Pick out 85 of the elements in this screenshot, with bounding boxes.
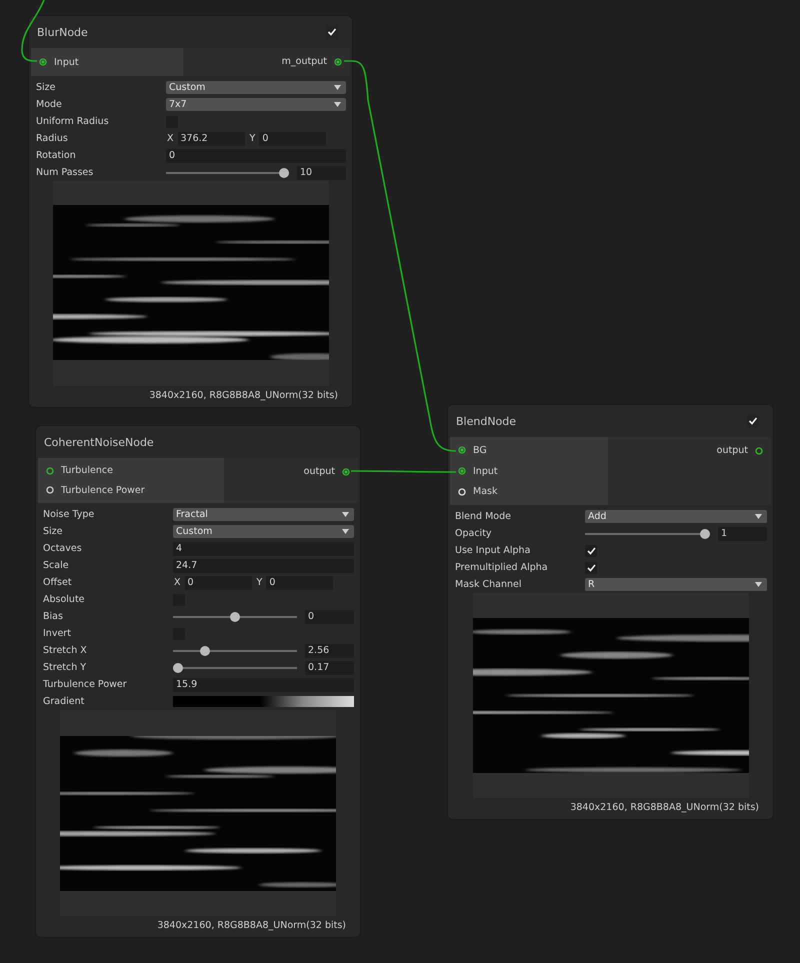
slider-thumb[interactable]	[230, 612, 240, 622]
node-title: CoherentNoiseNode	[44, 436, 154, 448]
caret-icon	[342, 512, 349, 517]
dropdown[interactable]: Add	[585, 510, 767, 523]
number-field[interactable]: 0	[166, 148, 346, 162]
field-label: Mask Channel	[455, 579, 522, 590]
port-label: BG	[473, 444, 487, 456]
number-field[interactable]: 0	[259, 132, 326, 146]
field-label: Blend Mode	[455, 511, 512, 522]
caret-icon	[755, 514, 762, 519]
gradient-field[interactable]	[173, 696, 354, 707]
checkbox[interactable]	[585, 562, 597, 574]
field-label: Uniform Radius	[36, 116, 110, 127]
slider-thumb[interactable]	[200, 646, 210, 656]
field-label: Absolute	[43, 594, 86, 605]
port-icon[interactable]	[458, 467, 466, 475]
number-field[interactable]: 15.9	[173, 678, 354, 692]
field-label: Size	[43, 526, 64, 537]
caret-icon	[755, 582, 762, 587]
port-icon[interactable]	[39, 58, 47, 66]
field-label: Use Input Alpha	[455, 545, 532, 556]
port-icon[interactable]	[458, 446, 466, 454]
port-icon[interactable]	[755, 446, 763, 454]
dropdown[interactable]: Custom	[173, 525, 354, 538]
slider-thumb[interactable]	[172, 662, 183, 672]
field-label: Octaves	[43, 543, 83, 554]
number-field[interactable]: 0.17	[305, 660, 354, 674]
field-label: Premultiplied Alpha	[455, 562, 549, 573]
axis-label: Y	[250, 133, 256, 144]
port-icon[interactable]	[334, 58, 342, 66]
field-label: Stretch X	[43, 645, 88, 656]
caret-icon	[342, 529, 349, 534]
port-icon[interactable]	[46, 486, 54, 494]
checkbox[interactable]	[326, 26, 338, 38]
port-label: Input	[54, 56, 79, 68]
field-label: Opacity	[455, 528, 493, 539]
field-label: Invert	[43, 628, 72, 639]
node-title: BlendNode	[456, 414, 516, 428]
port-label: Turbulence	[61, 465, 113, 476]
field-label: Mode	[36, 99, 63, 110]
checkbox[interactable]	[747, 415, 759, 427]
field-label: Num Passes	[36, 167, 94, 178]
number-field[interactable]: 10	[297, 166, 346, 180]
texture-info: 3840x2160, R8G8B8A8_UNorm(32 bits)	[156, 919, 347, 933]
port-label: output	[716, 445, 748, 456]
field-label: Turbulence Power	[43, 679, 128, 690]
field-label: Bias	[43, 611, 64, 622]
axis-label: X	[167, 133, 174, 144]
field-label: Stretch Y	[43, 662, 88, 673]
dropdown[interactable]: Custom	[166, 81, 346, 94]
field-label: Gradient	[43, 696, 86, 707]
number-field[interactable]: 0	[305, 610, 354, 624]
dropdown[interactable]: 7x7	[166, 98, 346, 111]
dropdown[interactable]: R	[585, 578, 767, 591]
texture-info: 3840x2160, R8G8B8A8_UNorm(32 bits)	[569, 801, 760, 815]
number-field[interactable]: 24.7	[173, 558, 354, 572]
port-label: m_output	[282, 56, 327, 67]
port-icon[interactable]	[342, 468, 350, 476]
port-label: Input	[473, 466, 498, 476]
field-label: Offset	[43, 577, 73, 588]
axis-label: Y	[256, 577, 262, 588]
field-label: Radius	[36, 133, 69, 144]
texture-info: 3840x2160, R8G8B8A8_UNorm(32 bits)	[148, 389, 339, 403]
port-label: Turbulence Power	[61, 484, 145, 496]
slider-thumb[interactable]	[700, 528, 710, 538]
number-field[interactable]: 2.56	[305, 644, 354, 658]
caret-icon	[334, 85, 341, 90]
number-field[interactable]: 0	[184, 576, 252, 590]
axis-label: X	[174, 577, 181, 588]
field-label: Noise Type	[43, 509, 96, 520]
port-icon[interactable]	[46, 466, 54, 475]
node-title: BlurNode	[37, 26, 88, 38]
field-label: Scale	[43, 560, 70, 571]
number-field[interactable]: 4	[173, 542, 354, 556]
number-field[interactable]: 376.2	[178, 132, 245, 146]
port-label: Mask	[473, 486, 498, 498]
checkbox[interactable]	[585, 544, 597, 556]
caret-icon	[334, 102, 341, 107]
port-label: output	[304, 466, 335, 477]
slider-thumb[interactable]	[279, 168, 290, 178]
field-label: Size	[36, 82, 57, 93]
dropdown[interactable]: Fractal	[173, 508, 354, 521]
number-field[interactable]: 1	[718, 526, 767, 540]
field-label: Rotation	[36, 150, 77, 161]
number-field[interactable]: 0	[266, 576, 334, 590]
